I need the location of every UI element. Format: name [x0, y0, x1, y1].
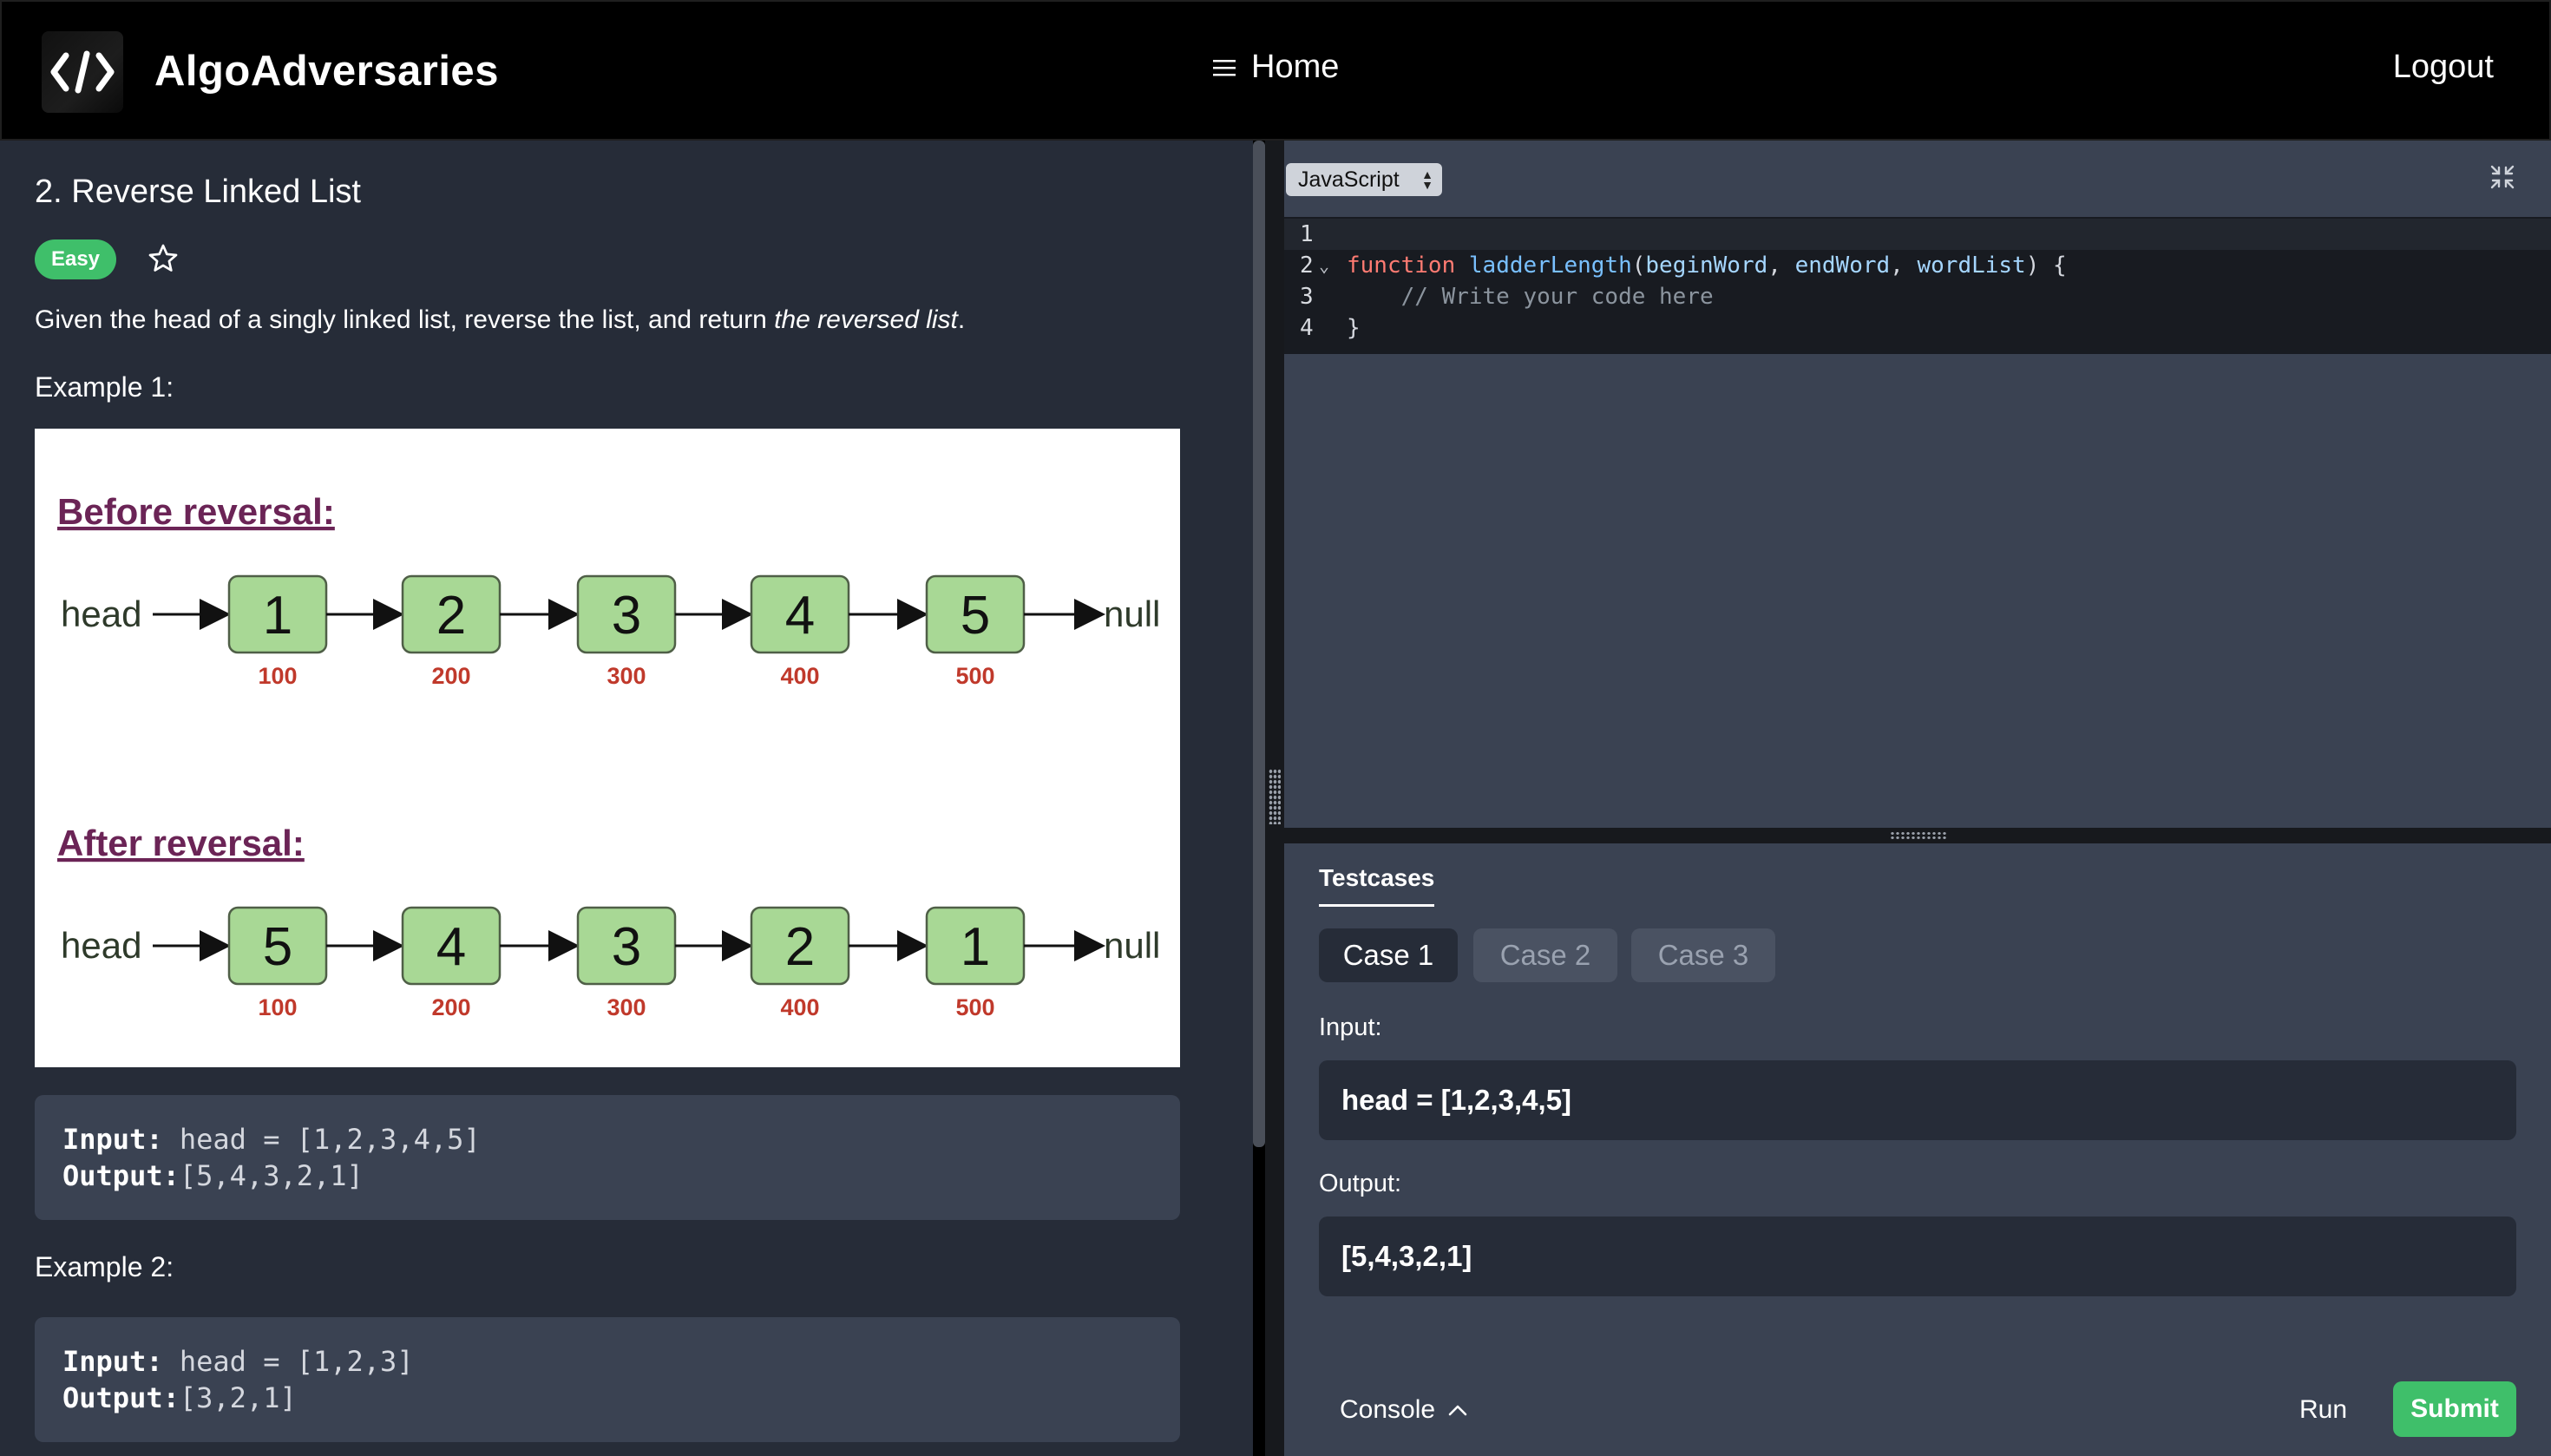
before-node-value-4: 4	[785, 586, 815, 646]
description-emphasis: the reversed list	[774, 305, 958, 334]
before-address-1: 100	[258, 663, 297, 689]
after-head-label: head	[61, 925, 141, 966]
code-line-1[interactable]: 1	[1284, 219, 2551, 250]
code-line-3[interactable]: 3 // Write your code here	[1284, 281, 2551, 312]
problem-panel[interactable]: 2. Reverse Linked List Easy Given the he…	[0, 141, 1253, 1456]
problem-description: Given the head of a singly linked list, …	[35, 305, 966, 334]
before-address-2: 200	[431, 663, 470, 689]
before-address-5: 500	[955, 663, 994, 689]
example-1-io: Input: head = [1,2,3,4,5] Output:[5,4,3,…	[35, 1095, 1180, 1220]
before-node-value-1: 1	[263, 586, 292, 646]
top-navbar: AlgoAdversaries Home Logout	[0, 0, 2551, 141]
before-address-4: 400	[780, 663, 819, 689]
code-logo-icon	[50, 50, 115, 94]
language-select[interactable]: JavaScript ▲ ▼	[1286, 163, 1442, 196]
testcases-panel: Testcases Case 1 Case 2 Case 3 Input: he…	[1284, 843, 2551, 1456]
after-address-5: 500	[955, 994, 994, 1020]
before-address-3: 300	[607, 663, 646, 689]
language-select-value: JavaScript	[1298, 167, 1400, 192]
after-node-value-5: 1	[961, 917, 990, 977]
linked-list-diagram: Before reversal: After reversal: head 1 10…	[35, 429, 1180, 1067]
nav-home-label: Home	[1251, 49, 1340, 85]
code-editor[interactable]: 1 2 ⌄ function ladderLength(beginWord, e…	[1284, 217, 2551, 354]
after-address-4: 400	[780, 994, 819, 1020]
case-1-tab[interactable]: Case 1	[1319, 928, 1458, 982]
after-reversal-heading: After reversal:	[57, 823, 305, 863]
difficulty-badge: Easy	[35, 239, 116, 279]
run-button[interactable]: Run	[2299, 1395, 2347, 1425]
example-2-label: Example 2:	[35, 1251, 174, 1282]
brand-name[interactable]: AlgoAdversaries	[154, 47, 499, 95]
chevron-up-icon	[1448, 1405, 1467, 1416]
vertical-drag-handle[interactable]	[1269, 769, 1281, 824]
menu-icon	[1213, 59, 1236, 75]
tab-testcases[interactable]: Testcases	[1319, 864, 1435, 907]
after-null-label: null	[1104, 925, 1160, 966]
after-node-value-4: 2	[785, 917, 815, 977]
logo[interactable]	[42, 31, 123, 113]
before-null-label: null	[1104, 594, 1160, 634]
before-node-value-3: 3	[612, 586, 641, 646]
nav-home-link[interactable]: Home	[1213, 49, 1339, 86]
before-node-value-5: 5	[961, 586, 990, 646]
after-address-1: 100	[258, 994, 297, 1020]
after-node-value-2: 4	[436, 917, 466, 977]
after-node-value-3: 3	[612, 917, 641, 977]
problem-scrollbar[interactable]	[1253, 141, 1265, 1147]
star-favorite-icon[interactable]	[148, 243, 179, 274]
case-3-tab[interactable]: Case 3	[1631, 928, 1775, 982]
submit-button[interactable]: Submit	[2393, 1381, 2516, 1437]
after-address-3: 300	[607, 994, 646, 1020]
before-node-value-2: 2	[436, 586, 466, 646]
input-label: Input:	[1319, 1013, 1382, 1041]
code-line-4[interactable]: 4 }	[1284, 312, 2551, 344]
example-1-label: Example 1:	[35, 371, 174, 403]
code-line-2[interactable]: 2 ⌄ function ladderLength(beginWord, end…	[1284, 250, 2551, 281]
example-2-io: Input: head = [1,2,3] Output:[3,2,1]	[35, 1317, 1180, 1442]
problem-title: 2. Reverse Linked List	[35, 174, 361, 210]
fold-chevron-icon[interactable]: ⌄	[1319, 250, 1329, 281]
before-head-label: head	[61, 594, 141, 634]
output-value-field: [5,4,3,2,1]	[1319, 1217, 2516, 1296]
logout-button[interactable]: Logout	[2393, 49, 2494, 86]
console-toggle[interactable]: Console	[1340, 1395, 1468, 1425]
case-2-tab[interactable]: Case 2	[1473, 928, 1617, 982]
after-node-value-1: 5	[263, 917, 292, 977]
input-value-field[interactable]: head = [1,2,3,4,5]	[1319, 1060, 2516, 1140]
code-editor-panel: JavaScript ▲ ▼ 1 2 ⌄ function ladderLengt…	[1284, 141, 2551, 828]
console-label: Console	[1340, 1395, 1436, 1424]
fullscreen-exit-icon[interactable]	[2490, 165, 2515, 189]
before-reversal-heading: Before reversal:	[57, 491, 335, 532]
after-address-2: 200	[431, 994, 470, 1020]
output-label: Output:	[1319, 1170, 1402, 1197]
select-arrows-icon: ▲ ▼	[1421, 167, 1433, 192]
horizontal-drag-handle[interactable]	[1890, 831, 1947, 840]
